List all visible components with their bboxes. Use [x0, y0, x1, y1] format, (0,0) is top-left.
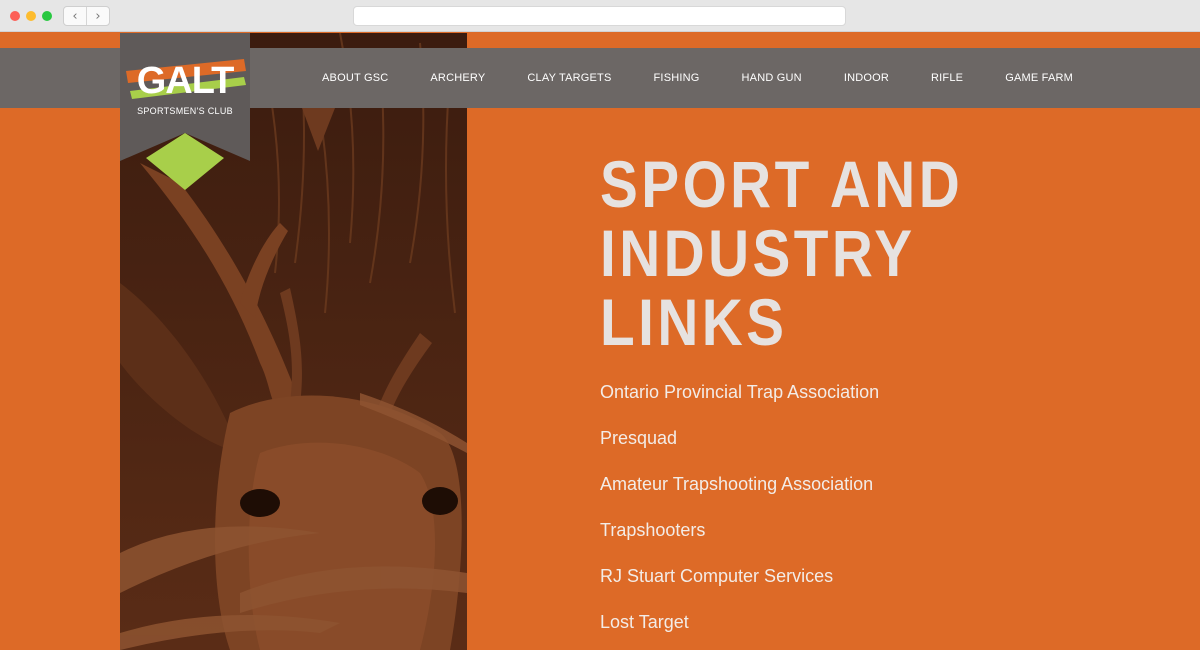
nav-hand-gun[interactable]: HAND GUN — [721, 72, 823, 84]
link-ontario-provincial-trap-association[interactable]: Ontario Provincial Trap Association — [600, 382, 879, 402]
list-item: Lost Target — [600, 612, 879, 650]
list-item: RJ Stuart Computer Services — [600, 566, 879, 612]
minimize-window-icon[interactable] — [26, 11, 36, 21]
logo-subtitle: SPORTSMEN'S CLUB — [137, 106, 233, 116]
link-amateur-trapshooting-association[interactable]: Amateur Trapshooting Association — [600, 474, 873, 494]
list-item: Presquad — [600, 428, 879, 474]
links-list: Ontario Provincial Trap Association Pres… — [600, 382, 879, 650]
back-icon[interactable]: ‹ — [64, 7, 86, 25]
nav-indoor[interactable]: INDOOR — [823, 72, 910, 84]
link-lost-target[interactable]: Lost Target — [600, 612, 689, 632]
page-title: SPORT AND INDUSTRY LINKS — [600, 150, 1082, 357]
page-title-line-2: INDUSTRY — [600, 216, 916, 290]
link-presquad[interactable]: Presquad — [600, 428, 677, 448]
address-bar[interactable] — [353, 6, 846, 26]
nav-rifle[interactable]: RIFLE — [910, 72, 984, 84]
galt-logo[interactable]: GALT SPORTSMEN'S CLUB — [120, 33, 250, 190]
logo-shield: GALT SPORTSMEN'S CLUB — [120, 33, 250, 190]
close-window-icon[interactable] — [10, 11, 20, 21]
link-trapshooters[interactable]: Trapshooters — [600, 520, 705, 540]
page-title-line-1: SPORT AND — [600, 147, 964, 221]
list-item: Trapshooters — [600, 520, 879, 566]
list-item: Amateur Trapshooting Association — [600, 474, 879, 520]
logo-word: GALT — [137, 60, 234, 102]
nav-clay-targets[interactable]: CLAY TARGETS — [506, 72, 632, 84]
nav-archery[interactable]: ARCHERY — [409, 72, 506, 84]
list-item: Ontario Provincial Trap Association — [600, 382, 879, 428]
nav-about-gsc[interactable]: ABOUT GSC — [300, 72, 409, 84]
nav-game-farm[interactable]: GAME FARM — [984, 72, 1094, 84]
main-nav: ABOUT GSC ARCHERY CLAY TARGETS FISHING H… — [300, 48, 1094, 108]
link-rj-stuart-computer-services[interactable]: RJ Stuart Computer Services — [600, 566, 833, 586]
browser-chrome: ‹ › — [0, 0, 1200, 32]
main-content: SPORT AND INDUSTRY LINKS Ontario Provinc… — [600, 150, 1160, 633]
page-title-line-3: LINKS — [600, 285, 788, 359]
browser-nav-buttons: ‹ › — [63, 6, 110, 26]
forward-icon[interactable]: › — [86, 7, 109, 25]
nav-fishing[interactable]: FISHING — [633, 72, 721, 84]
maximize-window-icon[interactable] — [42, 11, 52, 21]
